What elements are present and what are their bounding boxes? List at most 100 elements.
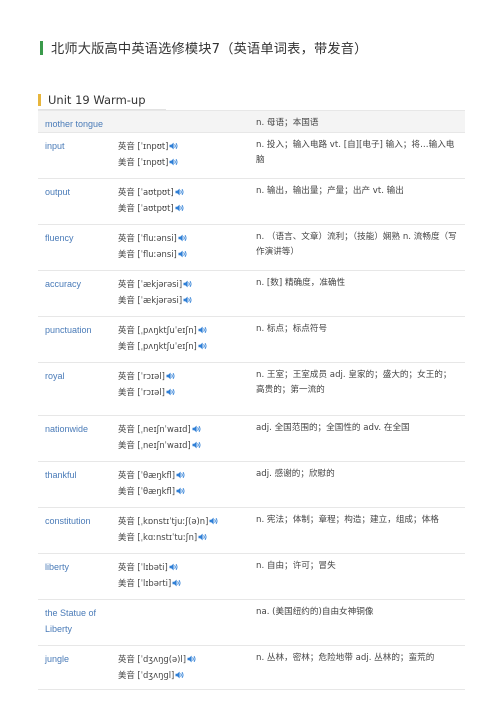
speaker-icon[interactable] — [169, 142, 179, 150]
us-pronunciation: 美音 [ˈdʒʌŋɡl] — [118, 667, 251, 683]
vocab-pronunciation: 英音 [ˈfluːənsi] 美音 [ˈfluːənsi] — [118, 224, 251, 271]
speaker-icon[interactable] — [183, 280, 193, 288]
speaker-icon[interactable] — [175, 671, 185, 679]
speaker-icon[interactable] — [192, 425, 202, 433]
us-pronunciation: 美音 [ˌpʌŋktʃuˈeɪʃn] — [118, 338, 251, 354]
pronunciation-label: 英音 — [118, 141, 135, 151]
vocab-pronunciation: 英音 [ˈaʊtpʊt] 美音 [ˈaʊtpʊt] — [118, 178, 251, 225]
vocab-meaning: adj. 全国范围的；全国性的 adv. 在全国 — [251, 415, 465, 462]
vocab-pronunciation: 英音 [ˈrɔɪəl] 美音 [ˈrɔɪəl] — [118, 362, 251, 416]
speaker-icon[interactable] — [166, 372, 176, 380]
vocab-row: the Statue of Liberty na. (美国纽约的)自由女神铜像 — [38, 599, 465, 646]
vocab-meaning: n. 王室；王室成员 adj. 皇家的；盛大的；女王的；高贵的；第一流的 — [251, 362, 465, 416]
uk-pronunciation: 英音 [ˈɪnpʊt] — [118, 138, 251, 154]
vocab-row: mother tongue n. 母语；本国语 — [38, 110, 465, 133]
vocab-word: jungle — [38, 645, 118, 690]
vocab-word: mother tongue — [38, 110, 118, 133]
uk-pronunciation: 英音 [ˈlɪbəti] — [118, 559, 251, 575]
ipa-text: [ˈdʒʌŋɡ(ə)l] — [137, 654, 187, 664]
pronunciation-label: 美音 — [118, 249, 135, 259]
ipa-text: [ˈækjərəsi] — [137, 279, 183, 289]
vocab-row: royal 英音 [ˈrɔɪəl] 美音 [ˈrɔɪəl] n. 王室；王室成员 ad… — [38, 362, 465, 416]
uk-pronunciation: 英音 [ˌpʌŋktʃuˈeɪʃn] — [118, 322, 251, 338]
title-accent-bar — [40, 40, 43, 55]
vocab-pronunciation: 英音 [ˈɪnpʊt] 美音 [ˈɪnpʊt] — [118, 132, 251, 179]
vocab-word: liberty — [38, 553, 118, 600]
pronunciation-label: 英音 — [118, 233, 135, 243]
vocab-row: constitution 英音 [ˌkɒnstɪˈtjuːʃ(ə)n] 美音 [ˌk… — [38, 507, 465, 554]
vocab-meaning: n. （语言、文章）流利；（技能）娴熟 n. 流畅度（写作演讲等） — [251, 224, 465, 271]
uk-pronunciation: 英音 [ˈækjərəsi] — [118, 276, 251, 292]
speaker-icon[interactable] — [198, 342, 208, 350]
vocab-meaning: n. 宪法；体制；章程；构造；建立，组成；体格 — [251, 507, 465, 554]
uk-pronunciation: 英音 [ˈdʒʌŋɡ(ə)l] — [118, 651, 251, 667]
ipa-text: [ˈlɪbərti] — [137, 578, 172, 588]
speaker-icon[interactable] — [175, 204, 185, 212]
pronunciation-label: 美音 — [118, 670, 135, 680]
vocab-word: punctuation — [38, 316, 118, 363]
vocab-meaning: n. 丛林，密林；危险地带 adj. 丛林的；蛮荒的 — [251, 645, 465, 690]
uk-pronunciation: 英音 [ˌkɒnstɪˈtjuːʃ(ə)n] — [118, 513, 251, 529]
pronunciation-label: 美音 — [118, 203, 135, 213]
vocab-meaning: n. 母语；本国语 — [251, 110, 465, 133]
speaker-icon[interactable] — [175, 188, 185, 196]
uk-pronunciation: 英音 [ˈaʊtpʊt] — [118, 184, 251, 200]
ipa-text: [ˌpʌŋktʃuˈeɪʃn] — [137, 341, 197, 351]
speaker-icon[interactable] — [192, 441, 202, 449]
ipa-text: [ˈækjərəsi] — [137, 295, 183, 305]
speaker-icon[interactable] — [178, 234, 188, 242]
vocab-pronunciation: 英音 [ˈlɪbəti] 美音 [ˈlɪbərti] — [118, 553, 251, 600]
vocab-meaning: n. 标点；标点符号 — [251, 316, 465, 363]
ipa-text: [ˌkɑːnstɪˈtuːʃn] — [137, 532, 198, 542]
ipa-text: [ˈdʒʌŋɡl] — [137, 670, 175, 680]
speaker-icon[interactable] — [198, 326, 208, 334]
pronunciation-label: 英音 — [118, 279, 135, 289]
speaker-icon[interactable] — [169, 158, 179, 166]
speaker-icon[interactable] — [176, 487, 186, 495]
ipa-text: [ˈaʊtpʊt] — [137, 203, 174, 213]
us-pronunciation: 美音 [ˈɪnpʊt] — [118, 154, 251, 170]
us-pronunciation: 美音 [ˈrɔɪəl] — [118, 384, 251, 400]
speaker-icon[interactable] — [169, 563, 179, 571]
vocab-pronunciation: 英音 [ˌkɒnstɪˈtjuːʃ(ə)n] 美音 [ˌkɑːnstɪˈtuːʃn… — [118, 507, 251, 554]
vocab-meaning: na. (美国纽约的)自由女神铜像 — [251, 599, 465, 646]
vocab-pronunciation: 英音 [ˌpʌŋktʃuˈeɪʃn] 美音 [ˌpʌŋktʃuˈeɪʃn] — [118, 316, 251, 363]
ipa-text: [ˈfluːənsi] — [137, 249, 177, 259]
ipa-text: [ˈlɪbəti] — [137, 562, 168, 572]
speaker-icon[interactable] — [172, 579, 182, 587]
vocab-pronunciation: 英音 [ˈθæŋkfl] 美音 [ˈθæŋkfl] — [118, 461, 251, 508]
speaker-icon[interactable] — [187, 655, 197, 663]
pronunciation-label: 英音 — [118, 654, 135, 664]
vocab-row: input 英音 [ˈɪnpʊt] 美音 [ˈɪnpʊt] n. 投入；输入电路 vt… — [38, 132, 465, 179]
uk-pronunciation: 英音 [ˈrɔɪəl] — [118, 368, 251, 384]
vocab-row: jungle 英音 [ˈdʒʌŋɡ(ə)l] 美音 [ˈdʒʌŋɡl] n. 丛林，密… — [38, 645, 465, 690]
unit-heading: Unit 19 Warm-up — [38, 93, 146, 107]
vocab-row: thankful 英音 [ˈθæŋkfl] 美音 [ˈθæŋkfl] adj. 感谢的… — [38, 461, 465, 508]
pronunciation-label: 英音 — [118, 371, 135, 381]
vocab-meaning: n. 输出，输出量；产量；出产 vt. 输出 — [251, 178, 465, 225]
pronunciation-label: 美音 — [118, 295, 135, 305]
vocab-pronunciation — [118, 110, 251, 133]
vocab-meaning: n. 投入；输入电路 vt. [自][电子] 输入；将…输入电脑 — [251, 132, 465, 179]
speaker-icon[interactable] — [178, 250, 188, 258]
ipa-text: [ˈɪnpʊt] — [137, 141, 169, 151]
pronunciation-label: 美音 — [118, 532, 135, 542]
vocab-row: output 英音 [ˈaʊtpʊt] 美音 [ˈaʊtpʊt] n. 输出，输出量；… — [38, 178, 465, 225]
vocab-meaning: adj. 感谢的；欣慰的 — [251, 461, 465, 508]
vocab-word: output — [38, 178, 118, 225]
pronunciation-label: 英音 — [118, 187, 135, 197]
speaker-icon[interactable] — [176, 471, 186, 479]
speaker-icon[interactable] — [166, 388, 176, 396]
ipa-text: [ˈrɔɪəl] — [137, 371, 165, 381]
ipa-text: [ˌneɪʃnˈwaɪd] — [137, 440, 191, 450]
ipa-text: [ˌpʌŋktʃuˈeɪʃn] — [137, 325, 197, 335]
pronunciation-label: 英音 — [118, 470, 135, 480]
vocab-word: the Statue of Liberty — [38, 599, 118, 646]
speaker-icon[interactable] — [198, 533, 208, 541]
ipa-text: [ˈθæŋkfl] — [137, 486, 176, 496]
vocab-pronunciation: 英音 [ˌneɪʃnˈwaɪd] 美音 [ˌneɪʃnˈwaɪd] — [118, 415, 251, 462]
vocab-row: liberty 英音 [ˈlɪbəti] 美音 [ˈlɪbərti] n. 自由；许可… — [38, 553, 465, 600]
us-pronunciation: 美音 [ˈækjərəsi] — [118, 292, 251, 308]
speaker-icon[interactable] — [209, 517, 219, 525]
speaker-icon[interactable] — [183, 296, 193, 304]
